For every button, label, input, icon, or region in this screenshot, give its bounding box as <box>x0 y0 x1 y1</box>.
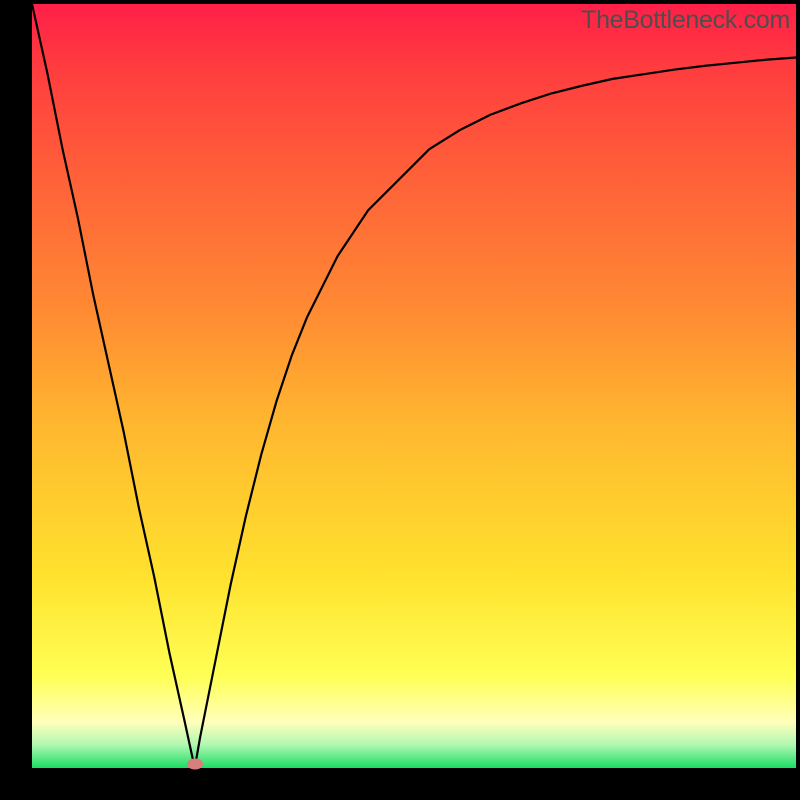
bottleneck-curve <box>32 4 796 768</box>
chart-frame: TheBottleneck.com <box>0 0 800 800</box>
minimum-point-marker <box>187 759 203 770</box>
plot-area: TheBottleneck.com <box>32 4 796 768</box>
